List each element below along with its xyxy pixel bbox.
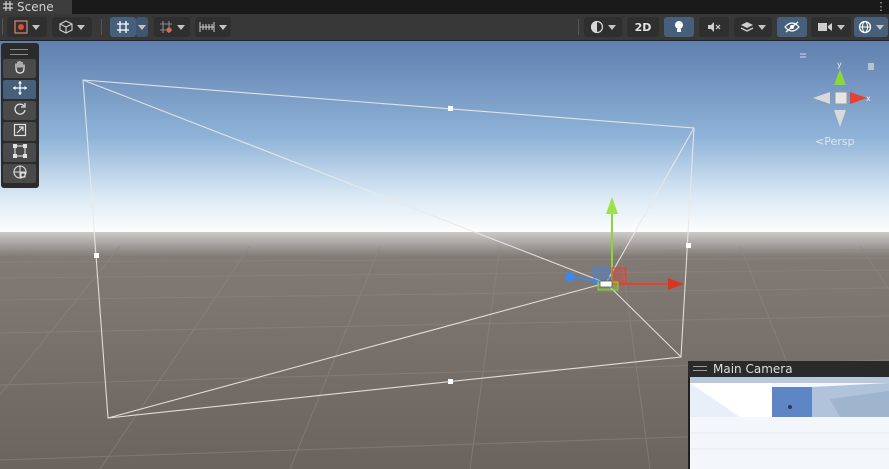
chevron-left-icon: <	[815, 135, 825, 148]
rect-tool[interactable]	[3, 143, 36, 162]
camera-preview-overlay[interactable]: Main Camera	[688, 361, 889, 469]
scene-toolbar: 2D	[0, 14, 889, 41]
gizmo-lock-icon	[868, 63, 874, 70]
gizmo-neg-x-cone	[813, 92, 830, 104]
rect-icon	[12, 144, 27, 161]
2d-toggle[interactable]: 2D	[627, 17, 659, 37]
projection-label[interactable]: <Persp	[815, 135, 854, 148]
camera-preview-image	[690, 377, 889, 469]
effects-dropdown[interactable]	[734, 17, 772, 37]
gizmo-globe-icon	[858, 20, 872, 34]
camera-preview-title: Main Camera	[713, 362, 793, 376]
grid-snap-icon	[116, 20, 130, 34]
toolbar-separator	[101, 19, 102, 35]
hand-icon	[13, 60, 27, 77]
eye-slash-icon	[784, 21, 800, 33]
tools-overlay	[1, 43, 39, 188]
draw-mode-dropdown[interactable]	[7, 17, 47, 37]
vertical-dots-icon[interactable]: ⋮	[875, 0, 887, 14]
move-tool[interactable]	[3, 80, 36, 99]
grid-hash-icon	[3, 0, 13, 14]
tab-title: Scene	[17, 0, 54, 14]
rotate-tool[interactable]	[3, 101, 36, 120]
overlay-drag-handle[interactable]	[693, 366, 707, 371]
projection-text: Persp	[824, 135, 855, 148]
grid-snapping-toggle[interactable]	[110, 17, 136, 37]
grid-increment-icon	[159, 20, 173, 34]
hand-tool[interactable]	[3, 59, 36, 78]
transform-tool[interactable]	[3, 164, 36, 183]
lighting-toggle[interactable]	[664, 17, 694, 37]
lightbulb-icon	[673, 20, 685, 34]
transform-icon	[12, 164, 28, 183]
grid-snapping-options[interactable]	[136, 17, 148, 37]
camera-settings-dropdown[interactable]	[811, 17, 851, 37]
ruler-icon	[199, 20, 215, 34]
half-sphere-icon	[590, 20, 604, 34]
toolbar-separator	[578, 19, 579, 35]
cube-icon	[59, 20, 73, 34]
scale-tool[interactable]	[3, 122, 36, 141]
hidden-objects-toggle[interactable]	[777, 17, 807, 37]
camera-preview-titlebar[interactable]: Main Camera	[688, 361, 889, 377]
axis-x-label: x	[866, 94, 871, 103]
rotate-icon	[13, 102, 27, 119]
scale-icon	[13, 123, 27, 140]
sky	[0, 41, 889, 251]
shaded-sphere-icon	[14, 20, 28, 34]
tab-bar: Scene ⋮	[0, 0, 889, 14]
move-arrows-icon	[12, 80, 28, 99]
overlay-drag-handle[interactable]	[10, 49, 28, 55]
shading-mode-dropdown[interactable]	[584, 17, 622, 37]
speaker-mute-icon	[707, 20, 721, 34]
audio-toggle[interactable]	[699, 17, 729, 37]
gizmo-grip	[791, 53, 806, 58]
ruler-dropdown[interactable]	[195, 17, 231, 37]
increment-snap-dropdown[interactable]	[154, 17, 190, 37]
render-mode-dropdown[interactable]	[52, 17, 92, 37]
tab-scene[interactable]: Scene	[0, 0, 72, 14]
gizmo-x-cone	[850, 92, 867, 104]
axis-y-label: y	[837, 60, 842, 69]
video-camera-icon	[817, 21, 833, 33]
gizmo-neg-y-cone	[834, 110, 846, 127]
gizmos-dropdown[interactable]	[854, 17, 888, 37]
gizmo-center-cube	[834, 91, 848, 105]
gizmo-y-cone	[834, 69, 846, 85]
toolbar-separator	[2, 19, 3, 35]
2d-label: 2D	[634, 20, 652, 34]
layers-effects-icon	[740, 20, 754, 34]
